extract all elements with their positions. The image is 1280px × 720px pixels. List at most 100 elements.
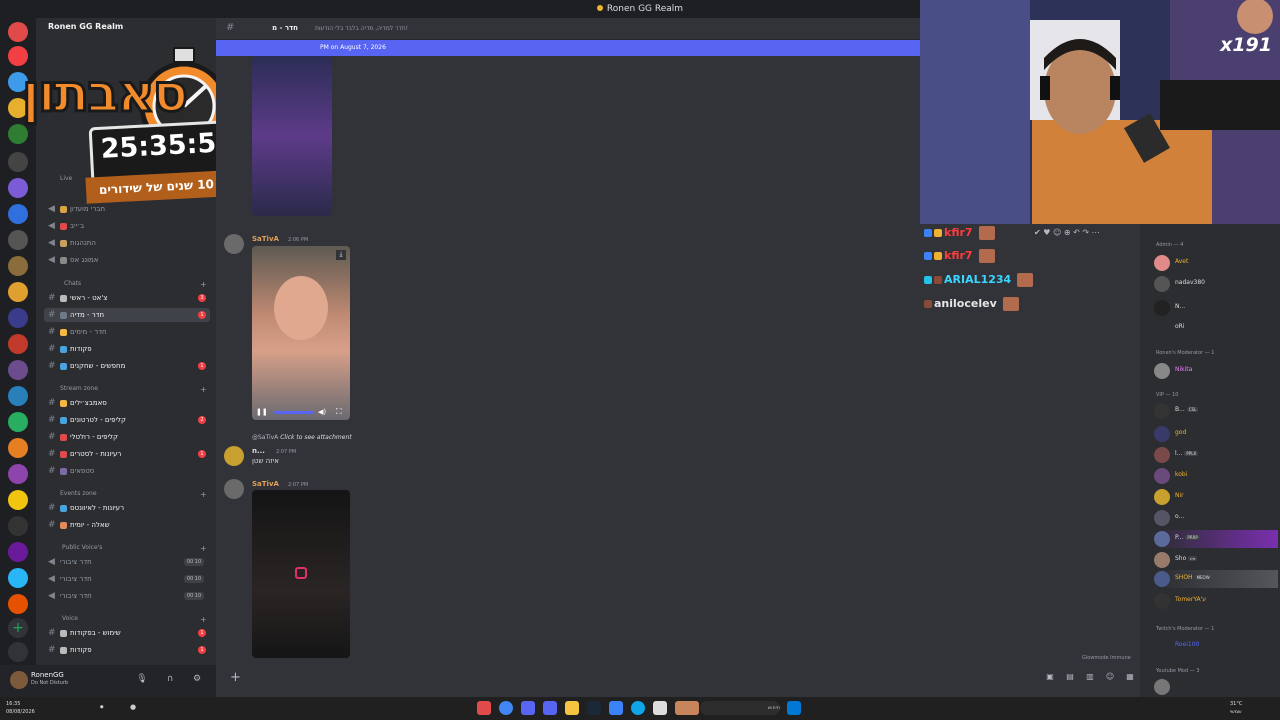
channel-item[interactable]: # סאמבצ׳ילים [44, 396, 210, 410]
server-icon[interactable] [8, 438, 28, 458]
channel-item[interactable]: # חדר - מימים [44, 325, 210, 339]
server-icon[interactable] [8, 464, 28, 484]
server-icon[interactable] [8, 516, 28, 536]
category-voice[interactable]: Voice + [62, 615, 207, 624]
voice-channel-item[interactable]: ◀ חדר ציבורי 00 10 [44, 572, 210, 586]
member-item[interactable]: l... PPLX [1154, 446, 1278, 464]
avatar[interactable] [224, 446, 244, 466]
channel-item[interactable]: # רעיונות - לסטרים 1 [44, 447, 210, 461]
video-progress-bar[interactable] [274, 411, 314, 414]
pause-icon[interactable]: ❚❚ [256, 408, 268, 416]
app-icon[interactable] [653, 701, 667, 715]
member-item[interactable]: N... [1154, 299, 1278, 317]
category-public-voices[interactable]: Public Voice's + [62, 544, 207, 553]
discord-icon[interactable] [521, 701, 535, 715]
member-item[interactable]: B... CSL [1154, 402, 1278, 420]
channel-item-selected[interactable]: # חדר - מדיה 1 [44, 308, 210, 322]
server-icon[interactable] [8, 204, 28, 224]
volume-icon[interactable]: ◀) [318, 408, 326, 416]
apps-icon[interactable]: ▦ [1124, 672, 1136, 684]
avatar[interactable] [224, 479, 244, 499]
server-icon[interactable] [8, 256, 28, 276]
channel-item[interactable]: # צ'אט - ראשי 3 [44, 291, 210, 305]
category-events-zone[interactable]: Events zone + [60, 490, 207, 499]
taskbar-search[interactable]: חיפוש [700, 701, 780, 715]
server-icon[interactable] [8, 334, 28, 354]
voice-channel-item[interactable]: ◀ חדר ציבורי 00 10 [44, 555, 210, 569]
edge-icon[interactable] [631, 701, 645, 715]
member-item[interactable]: nadav380 [1154, 275, 1278, 293]
video-attachment[interactable] [252, 490, 350, 658]
chrome-icon[interactable] [499, 701, 513, 715]
add-channel-icon[interactable]: + [200, 544, 207, 553]
channel-item[interactable]: # קליפים - רולטלי [44, 430, 210, 444]
member-item[interactable]: Roei100 [1154, 637, 1278, 655]
member-item[interactable]: o... [1154, 509, 1278, 527]
emoji-icon[interactable]: ☺ [1104, 672, 1116, 684]
avatar[interactable] [224, 234, 244, 254]
category-stream-zone[interactable]: Stream zone + [60, 385, 207, 394]
folder-icon[interactable] [565, 701, 579, 715]
microphone-icon[interactable]: ⏺ [100, 703, 104, 712]
channel-item[interactable]: # שימוש - בפקודות 1 [44, 626, 210, 640]
server-icon[interactable] [8, 490, 28, 510]
member-item[interactable]: oRi [1154, 319, 1278, 337]
category-chats[interactable]: Chats + [64, 280, 207, 289]
server-icon[interactable] [8, 308, 28, 328]
fullscreen-icon[interactable]: ⛶ [336, 407, 342, 417]
message-author[interactable]: SaTivA [252, 235, 279, 243]
server-icon[interactable] [8, 282, 28, 302]
server-icon[interactable] [8, 230, 28, 250]
member-item[interactable] [1154, 678, 1278, 696]
new-messages-bar[interactable]: PM on August 7, 2026 [216, 40, 920, 56]
windows-start-icon[interactable] [787, 701, 801, 715]
app-icon[interactable] [609, 701, 623, 715]
server-icon[interactable] [8, 412, 28, 432]
weather-widget[interactable]: 31°C שמשי [1230, 700, 1242, 716]
member-item[interactable]: P... PRRP [1154, 530, 1278, 548]
channel-item[interactable]: # סטפאים [44, 464, 210, 478]
add-channel-icon[interactable]: + [200, 490, 207, 499]
member-item[interactable]: SHOH MEOW [1154, 570, 1278, 588]
reply-reference[interactable]: @SaTivA Click to see attachment [252, 434, 352, 441]
app-icon[interactable] [477, 701, 491, 715]
sticker-icon[interactable]: ▥ [1084, 672, 1096, 684]
server-icon[interactable] [8, 542, 28, 562]
microphone-icon[interactable]: 🎙 [136, 673, 148, 685]
voice-channel-item[interactable]: ◀ חדר ציבורי 00 10 [44, 589, 210, 603]
add-channel-icon[interactable]: + [200, 385, 207, 394]
member-item[interactable]: Nir [1154, 488, 1278, 506]
headphones-icon[interactable]: ∩ [164, 673, 176, 685]
gift-icon[interactable]: ▣ [1044, 672, 1056, 684]
server-icon[interactable] [8, 386, 28, 406]
download-icon[interactable]: ⤓ [336, 250, 346, 260]
channel-item[interactable]: # מחפשים - שחקנים 1 [44, 359, 210, 373]
app-icon[interactable] [543, 701, 557, 715]
member-item[interactable]: Sho פזו [1154, 551, 1278, 569]
channel-item[interactable]: # פקודות [44, 342, 210, 356]
channel-item[interactable]: # קליפים - לטרטונים 2 [44, 413, 210, 427]
channel-item[interactable]: ◀ אמונג אס [44, 253, 210, 267]
app-icon[interactable] [675, 701, 699, 715]
gear-icon[interactable]: ⚙ [191, 673, 203, 685]
gif-icon[interactable]: ▤ [1064, 672, 1076, 684]
add-server-icon[interactable]: + [8, 618, 28, 638]
server-icon[interactable] [8, 568, 28, 588]
channel-item[interactable]: # שאלה - יומית [44, 518, 210, 532]
message-author[interactable]: n... [252, 447, 265, 455]
tray-icon[interactable]: ● [130, 703, 136, 711]
server-icon[interactable] [8, 360, 28, 380]
discover-icon[interactable] [8, 642, 28, 662]
channel-item[interactable]: # רעיונות - לאיוונטס [44, 501, 210, 515]
member-item[interactable]: kobi [1154, 467, 1278, 485]
message-actions[interactable]: ✔ ♥ ☺ ⊕ ↶ ↷ ⋯ [1034, 228, 1100, 237]
add-channel-icon[interactable]: + [200, 280, 207, 289]
member-item[interactable]: god [1154, 425, 1278, 443]
media-attachment[interactable] [252, 56, 332, 216]
member-item[interactable]: Avet [1154, 254, 1278, 272]
attach-icon[interactable]: + [230, 670, 241, 685]
add-channel-icon[interactable]: + [200, 615, 207, 624]
message-author[interactable]: SaTivA [252, 480, 279, 488]
avatar[interactable] [10, 671, 28, 689]
video-attachment[interactable]: ⤓ ❚❚ ◀) ⛶ [252, 246, 350, 420]
